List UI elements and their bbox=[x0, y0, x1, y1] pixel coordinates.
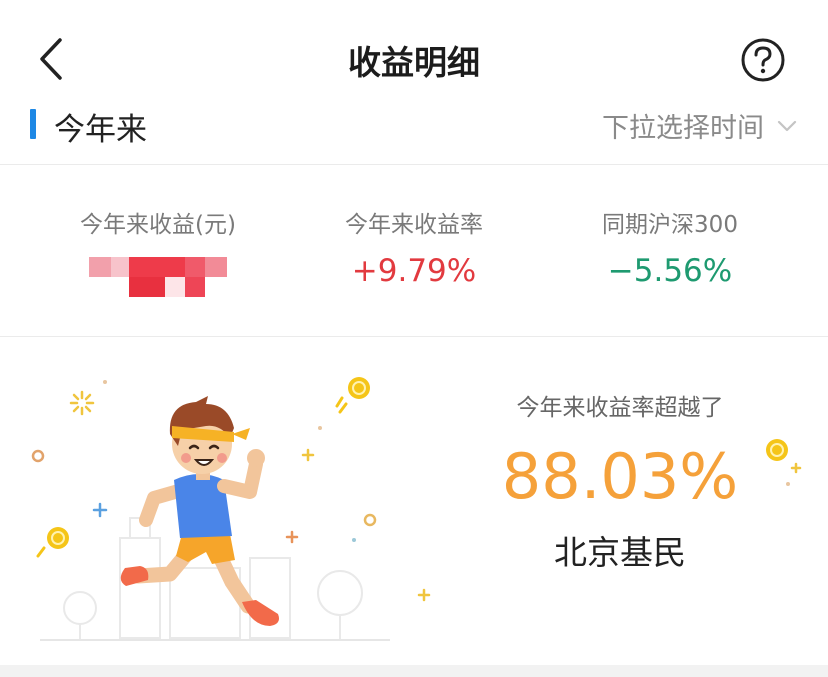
stat-ytd-earnings: 今年来收益(元) bbox=[28, 205, 288, 299]
help-button[interactable] bbox=[738, 37, 788, 83]
stat-value: +9.79% bbox=[351, 253, 477, 289]
period-accent-bar bbox=[30, 109, 36, 139]
section-separator bbox=[0, 665, 828, 677]
beat-group: 北京基民 bbox=[554, 533, 686, 572]
top-bar: 收益明细 bbox=[0, 0, 828, 100]
running-man-icon bbox=[20, 368, 460, 658]
period-label: 今年来 bbox=[54, 112, 147, 148]
chevron-down-icon bbox=[777, 120, 797, 131]
period-row: 今年来 下拉选择时间 bbox=[0, 100, 828, 164]
beat-percentage: 88.03% bbox=[501, 440, 739, 513]
stat-value: −5.56% bbox=[607, 253, 733, 289]
period-dropdown-placeholder: 下拉选择时间 bbox=[602, 113, 764, 144]
question-circle-icon bbox=[741, 38, 785, 82]
redacted-value bbox=[87, 257, 229, 299]
divider bbox=[0, 336, 828, 337]
stat-label: 今年来收益(元) bbox=[80, 212, 236, 238]
beat-caption: 今年来收益率超越了 bbox=[516, 395, 724, 421]
stats-row: 今年来收益(元) 今年来收益率 +9.79% 同期沪深300 −5.56% bbox=[0, 165, 828, 336]
page-title: 收益明细 bbox=[348, 43, 480, 82]
stat-label: 今年来收益率 bbox=[345, 212, 483, 238]
stat-label: 同期沪深300 bbox=[602, 212, 738, 238]
coin-icon bbox=[766, 439, 802, 486]
stat-ytd-return: 今年来收益率 +9.79% bbox=[284, 205, 544, 289]
period-dropdown[interactable]: 下拉选择时间 bbox=[602, 106, 798, 145]
stat-benchmark-return: 同期沪深300 −5.56% bbox=[540, 205, 800, 289]
